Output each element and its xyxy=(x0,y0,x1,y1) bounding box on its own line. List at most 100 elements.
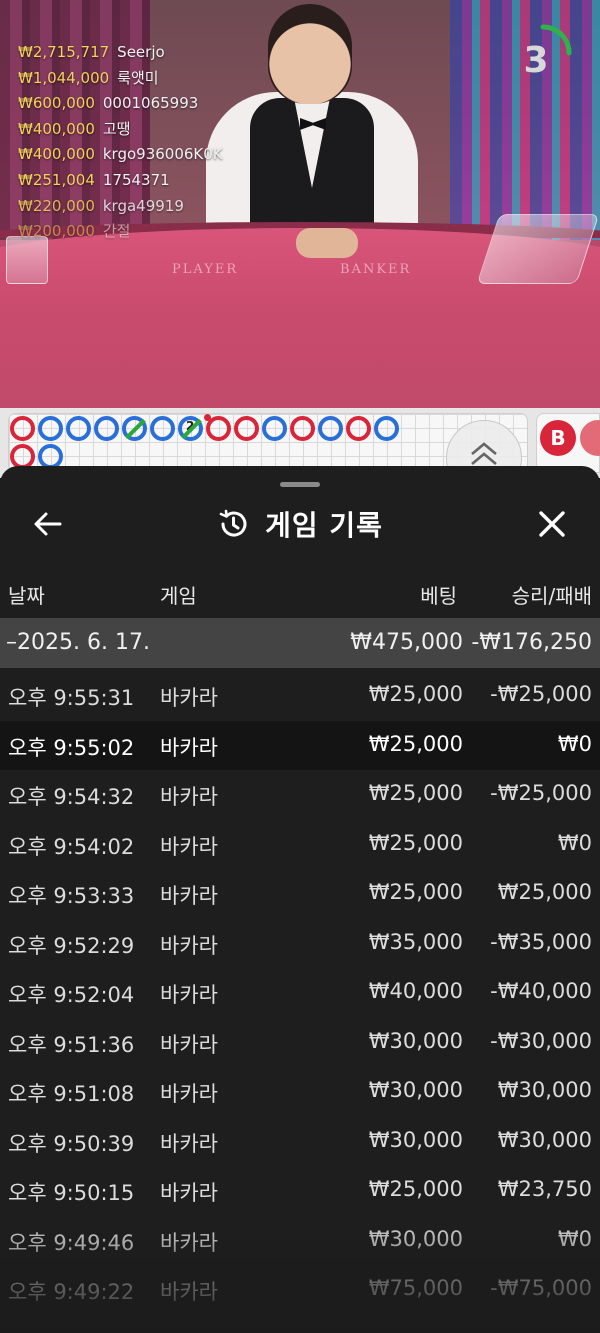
row-result: ₩0 xyxy=(557,1226,592,1251)
history-row[interactable]: 오후 9:55:31 바카라 ₩25,000 -₩25,000 xyxy=(0,671,600,721)
row-game: 바카라 xyxy=(160,983,218,1007)
row-bet: ₩30,000 xyxy=(368,1028,463,1053)
history-row[interactable]: 오후 9:53:33 바카라 ₩25,000 ₩25,000 xyxy=(0,869,600,919)
row-game: 바카라 xyxy=(160,1280,218,1304)
row-result: ₩0 xyxy=(557,731,592,756)
player-bead xyxy=(374,416,399,441)
row-game: 바카라 xyxy=(160,1230,218,1255)
history-row[interactable]: 오후 9:49:22 바카라 ₩75,000 -₩75,000 xyxy=(0,1265,600,1315)
group-bet-total: ₩475,000 xyxy=(350,630,463,655)
history-row[interactable]: 오후 9:52:29 바카라 ₩35,000 -₩35,000 xyxy=(0,919,600,969)
bead-count-badge: 2 xyxy=(186,419,195,433)
row-time: 오후 9:52:04 xyxy=(8,983,135,1007)
banker-bead xyxy=(290,416,315,441)
countdown-timer: 3 xyxy=(523,40,549,81)
group-date: –2025. 6. 17. xyxy=(6,630,150,655)
sheet-grabber[interactable] xyxy=(280,482,320,487)
row-game: 바카라 xyxy=(160,1131,218,1156)
row-game: 바카라 xyxy=(160,1181,218,1205)
row-bet: ₩25,000 xyxy=(368,731,463,756)
row-bet: ₩25,000 xyxy=(368,1177,463,1201)
row-game: 바카라 xyxy=(160,785,218,809)
tie-bead xyxy=(122,416,147,441)
live-video: PLAYER BANKER ₩2,715,717 Seerjo ₩1,044,00… xyxy=(0,0,600,408)
row-time: 오후 9:51:08 xyxy=(8,1082,135,1106)
history-row[interactable]: 오후 9:51:36 바카라 ₩30,000 -₩30,000 xyxy=(0,1018,600,1068)
row-game: 바카라 xyxy=(160,735,218,760)
winner-row: ₩400,000 krgo936006K0K xyxy=(18,145,223,164)
history-row[interactable]: 오후 9:55:02 바카라 ₩25,000 ₩0 xyxy=(0,720,600,770)
row-result: -₩40,000 xyxy=(490,979,592,1003)
player-bead xyxy=(94,416,119,441)
row-time: 오후 9:54:32 xyxy=(8,785,135,809)
winner-row: ₩220,000 krga49919 xyxy=(18,196,184,215)
history-row[interactable]: 오후 9:54:02 바카라 ₩25,000 ₩0 xyxy=(0,820,600,870)
winner-row: ₩2,715,717 Seerjo xyxy=(18,43,165,61)
row-bet: ₩30,000 xyxy=(368,1226,463,1251)
history-row[interactable]: 오후 9:54:32 바카라 ₩25,000 -₩25,000 xyxy=(0,770,600,820)
row-game: 바카라 xyxy=(160,1082,218,1106)
history-row[interactable]: 오후 9:51:08 바카라 ₩30,000 ₩30,000 xyxy=(0,1067,600,1117)
player-felt-label: PLAYER xyxy=(172,262,239,277)
history-row[interactable]: 오후 9:50:39 바카라 ₩30,000 ₩30,000 xyxy=(0,1117,600,1167)
row-time: 오후 9:51:36 xyxy=(8,1032,135,1057)
row-bet: ₩35,000 xyxy=(368,929,463,954)
close-icon xyxy=(539,511,565,537)
history-row[interactable]: 오후 9:50:15 바카라 ₩25,000 ₩23,750 xyxy=(0,1166,600,1216)
date-group-row[interactable]: –2025. 6. 17. ₩475,000 -₩176,250 xyxy=(0,618,600,668)
banker-bead xyxy=(10,416,35,441)
winner-row: ₩600,000 0001065993 xyxy=(18,94,199,113)
group-result-total: -₩176,250 xyxy=(471,630,592,655)
row-time: 오후 9:49:46 xyxy=(8,1230,135,1255)
row-time: 오후 9:50:15 xyxy=(8,1181,135,1205)
player-bead xyxy=(66,416,91,441)
row-result: ₩30,000 xyxy=(497,1078,592,1102)
history-list: 오후 9:55:31 바카라 ₩25,000 -₩25,000 오후 9:55:02 바카… xyxy=(0,671,600,1315)
row-time: 오후 9:49:22 xyxy=(8,1280,135,1304)
close-button[interactable] xyxy=(532,504,572,544)
banker-bead xyxy=(346,416,371,441)
row-result: ₩30,000 xyxy=(497,1127,592,1152)
row-game: 바카라 xyxy=(160,1032,218,1057)
player-bead xyxy=(150,416,175,441)
column-header-date[interactable]: 날짜 xyxy=(8,580,45,609)
row-game: 바카라 xyxy=(160,884,218,908)
player-bead xyxy=(318,416,343,441)
sheet-title: 게임 기록 xyxy=(265,509,383,542)
row-bet: ₩25,000 xyxy=(368,781,463,805)
row-result: -₩35,000 xyxy=(490,929,592,954)
history-clock-icon xyxy=(219,509,247,537)
column-header-result[interactable]: 승리/패배 xyxy=(512,580,592,609)
winner-row: ₩1,044,000 룩앳미 xyxy=(18,68,159,87)
row-result: -₩25,000 xyxy=(490,682,592,706)
row-result: ₩25,000 xyxy=(497,880,592,904)
row-bet: ₩25,000 xyxy=(368,880,463,904)
row-time: 오후 9:55:31 xyxy=(8,686,135,710)
row-time: 오후 9:55:02 xyxy=(8,735,135,760)
row-bet: ₩30,000 xyxy=(368,1127,463,1152)
double-chevron-up-icon xyxy=(471,442,497,465)
row-time: 오후 9:50:39 xyxy=(8,1131,135,1156)
history-row[interactable]: 오후 9:49:46 바카라 ₩30,000 ₩0 xyxy=(0,1216,600,1266)
banker-bead xyxy=(204,414,231,441)
row-result: ₩0 xyxy=(557,830,592,855)
row-result: ₩23,750 xyxy=(497,1177,592,1201)
column-header-game[interactable]: 게임 xyxy=(160,580,197,609)
player-bead xyxy=(262,416,287,441)
banker-bet-marker: B xyxy=(540,420,576,456)
sheet-header: 게임 기록 xyxy=(0,492,600,552)
bead-row: 2 xyxy=(10,414,399,441)
row-bet: ₩25,000 xyxy=(368,830,463,855)
row-game: 바카라 xyxy=(160,686,218,710)
tie-bead: 2 xyxy=(178,416,203,441)
row-game: 바카라 xyxy=(160,933,218,958)
player-bead xyxy=(38,416,63,441)
row-time: 오후 9:53:33 xyxy=(8,884,135,908)
history-row[interactable]: 오후 9:52:04 바카라 ₩40,000 -₩40,000 xyxy=(0,968,600,1018)
row-game: 바카라 xyxy=(160,834,218,859)
banker-bead xyxy=(234,416,259,441)
column-header-bet[interactable]: 베팅 xyxy=(420,580,457,609)
row-bet: ₩25,000 xyxy=(368,682,463,706)
row-bet: ₩30,000 xyxy=(368,1078,463,1102)
banker-felt-label: BANKER xyxy=(340,262,412,277)
